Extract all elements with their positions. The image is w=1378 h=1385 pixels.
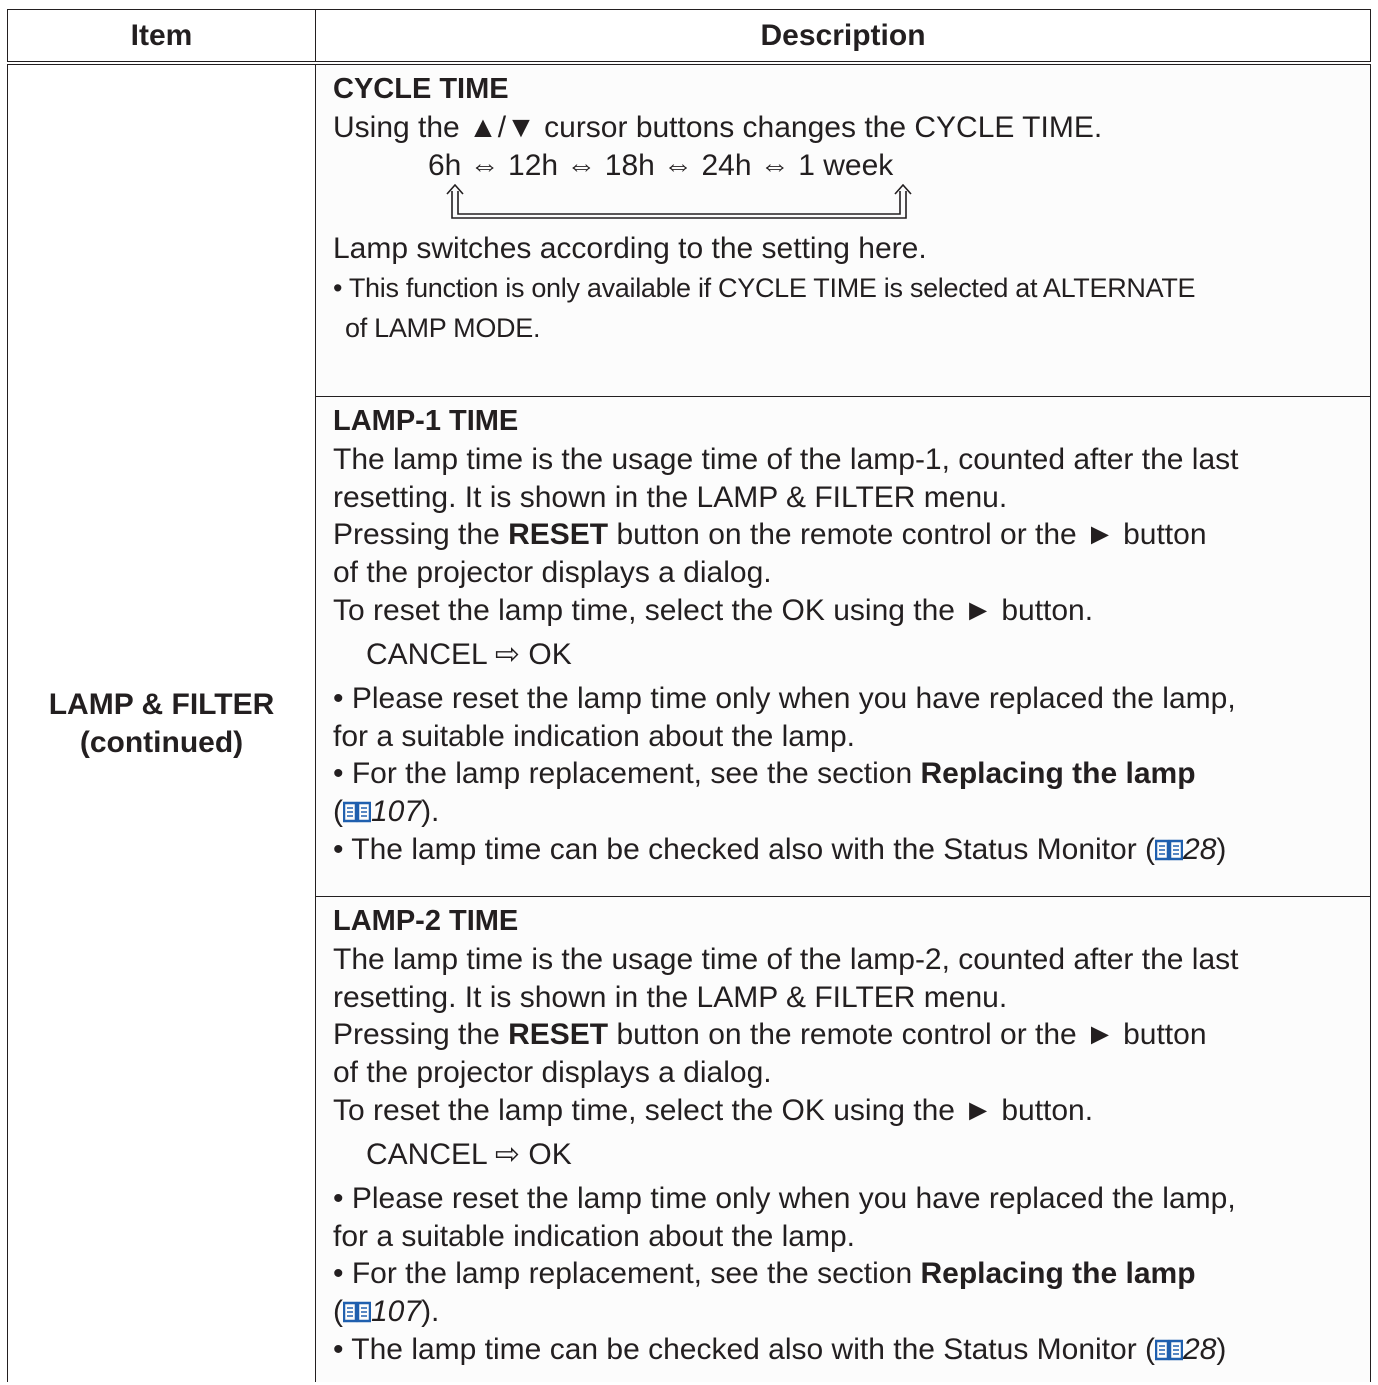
- lamp2-line4: of the projector displays a dialog.: [333, 1056, 772, 1090]
- header-description: Description: [315, 9, 1371, 65]
- lamp2-line5: To reset the lamp time, select the OK us…: [333, 1093, 1094, 1127]
- replacing-lamp-link[interactable]: Replacing the lamp: [920, 757, 1195, 790]
- lamp1-dialog: CANCEL ⇨ OK: [366, 637, 572, 671]
- lamp2-bullet1a: • Please reset the lamp time only when y…: [333, 1181, 1236, 1215]
- reset-keyword: RESET: [508, 518, 609, 552]
- replacing-lamp-link[interactable]: Replacing the lamp: [920, 1257, 1195, 1290]
- lamp1-title: LAMP-1 TIME: [333, 405, 519, 437]
- lamp2-bullet3: • The lamp time can be checked also with…: [333, 1332, 1227, 1366]
- lamp2-line2: resetting. It is shown in the LAMP & FIL…: [333, 980, 1008, 1014]
- cycle-time-title: CYCLE TIME: [333, 73, 509, 105]
- lamp2-bullet2-ref: (107).: [333, 1295, 440, 1329]
- book-icon: [1155, 839, 1184, 861]
- lamp2-bullet1b: for a suitable indication about the lamp…: [333, 1219, 855, 1253]
- cycle-time-line1: Using the ▲/▼ cursor buttons changes the…: [333, 110, 1103, 144]
- header-item: Item: [7, 9, 316, 65]
- cycle-time-line2: Lamp switches according to the setting h…: [333, 232, 927, 266]
- page-ref[interactable]: 28: [1183, 833, 1216, 866]
- table-header-row: Item Description: [7, 9, 1371, 65]
- page-ref[interactable]: 28: [1183, 1333, 1216, 1366]
- lamp2-cell: LAMP-2 TIME The lamp time is the usage t…: [315, 896, 1371, 1382]
- settings-table: Item Description LAMP & FILTER (continue…: [7, 9, 1371, 1382]
- lamp1-bullet1a: • Please reset the lamp time only when y…: [333, 681, 1236, 715]
- cycle-time-sequence: 6h ⇔ 12h ⇔ 18h ⇔ 24h ⇔ 1 week: [428, 148, 894, 182]
- cycle-time-note1: • This function is only available if CYC…: [333, 273, 1196, 304]
- item-label-line2: (continued): [79, 725, 244, 759]
- lamp2-line3: Pressing the RESET button on the remote …: [333, 1018, 1207, 1052]
- book-icon: [343, 1301, 371, 1323]
- lamp2-bullet2: • For the lamp replacement, see the sect…: [333, 1257, 1196, 1291]
- lamp1-bullet2: • For the lamp replacement, see the sect…: [333, 757, 1196, 791]
- cycle-time-cell: CYCLE TIME Using the ▲/▼ cursor buttons …: [315, 62, 1371, 397]
- lamp1-line2: resetting. It is shown in the LAMP & FIL…: [333, 480, 1008, 514]
- item-cell: LAMP & FILTER (continued): [7, 62, 316, 1382]
- book-icon: [1155, 1339, 1184, 1361]
- lamp2-title: LAMP-2 TIME: [333, 905, 519, 937]
- lamp1-bullet2-ref: (107).: [333, 795, 440, 829]
- page-ref[interactable]: 107: [371, 795, 421, 828]
- lamp1-line1: The lamp time is the usage time of the l…: [333, 442, 1239, 476]
- reset-keyword: RESET: [508, 1018, 609, 1052]
- lamp1-bullet1b: for a suitable indication about the lamp…: [333, 719, 855, 753]
- loop-arrow-icon: [446, 184, 912, 220]
- lamp1-bullet3: • The lamp time can be checked also with…: [333, 832, 1227, 866]
- cycle-time-note2: of LAMP MODE.: [345, 313, 541, 344]
- book-icon: [343, 801, 371, 823]
- lamp1-cell: LAMP-1 TIME The lamp time is the usage t…: [315, 396, 1371, 897]
- lamp2-dialog: CANCEL ⇨ OK: [366, 1137, 572, 1171]
- item-label-line1: LAMP & FILTER: [48, 687, 275, 721]
- lamp1-line5: To reset the lamp time, select the OK us…: [333, 593, 1094, 627]
- lamp2-line1: The lamp time is the usage time of the l…: [333, 942, 1239, 976]
- lamp1-line3: Pressing the RESET button on the remote …: [333, 518, 1207, 552]
- page-ref[interactable]: 107: [371, 1295, 421, 1328]
- lamp1-line4: of the projector displays a dialog.: [333, 556, 772, 590]
- table-row: LAMP & FILTER (continued) CYCLE TIME Usi…: [7, 62, 1371, 1382]
